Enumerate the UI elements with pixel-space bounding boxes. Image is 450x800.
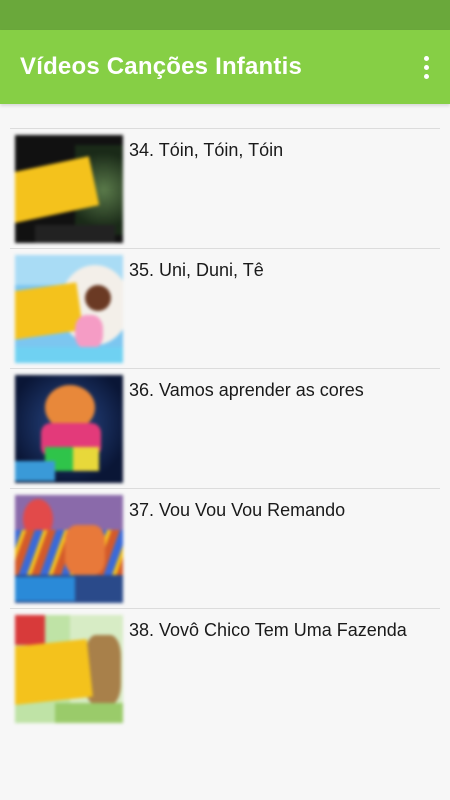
video-thumbnail	[15, 255, 123, 363]
video-list: 34. Tóin, Tóin, Tóin 35. Uni, Duni, Tê 3…	[10, 128, 440, 728]
video-title: 38. Vovô Chico Tem Uma Fazenda	[129, 620, 407, 640]
video-list-item[interactable]: 37. Vou Vou Vou Remando	[10, 488, 440, 608]
video-thumbnail	[15, 375, 123, 483]
status-bar	[0, 0, 450, 30]
video-list-item[interactable]: 38. Vovô Chico Tem Uma Fazenda	[10, 608, 440, 728]
video-title: 36. Vamos aprender as cores	[129, 380, 364, 400]
video-list-item[interactable]: 34. Tóin, Tóin, Tóin	[10, 128, 440, 248]
video-list-item[interactable]: 35. Uni, Duni, Tê	[10, 248, 440, 368]
app-bar: Vídeos Canções Infantis	[0, 30, 450, 104]
video-thumbnail	[15, 135, 123, 243]
app-title: Vídeos Canções Infantis	[20, 53, 303, 80]
video-title: 35. Uni, Duni, Tê	[129, 260, 264, 280]
video-list-item[interactable]: 36. Vamos aprender as cores	[10, 368, 440, 488]
video-title: 37. Vou Vou Vou Remando	[129, 500, 346, 520]
video-title: 34. Tóin, Tóin, Tóin	[129, 140, 284, 160]
more-vert-icon[interactable]	[414, 47, 438, 87]
video-thumbnail	[15, 495, 123, 603]
video-thumbnail	[15, 615, 123, 723]
